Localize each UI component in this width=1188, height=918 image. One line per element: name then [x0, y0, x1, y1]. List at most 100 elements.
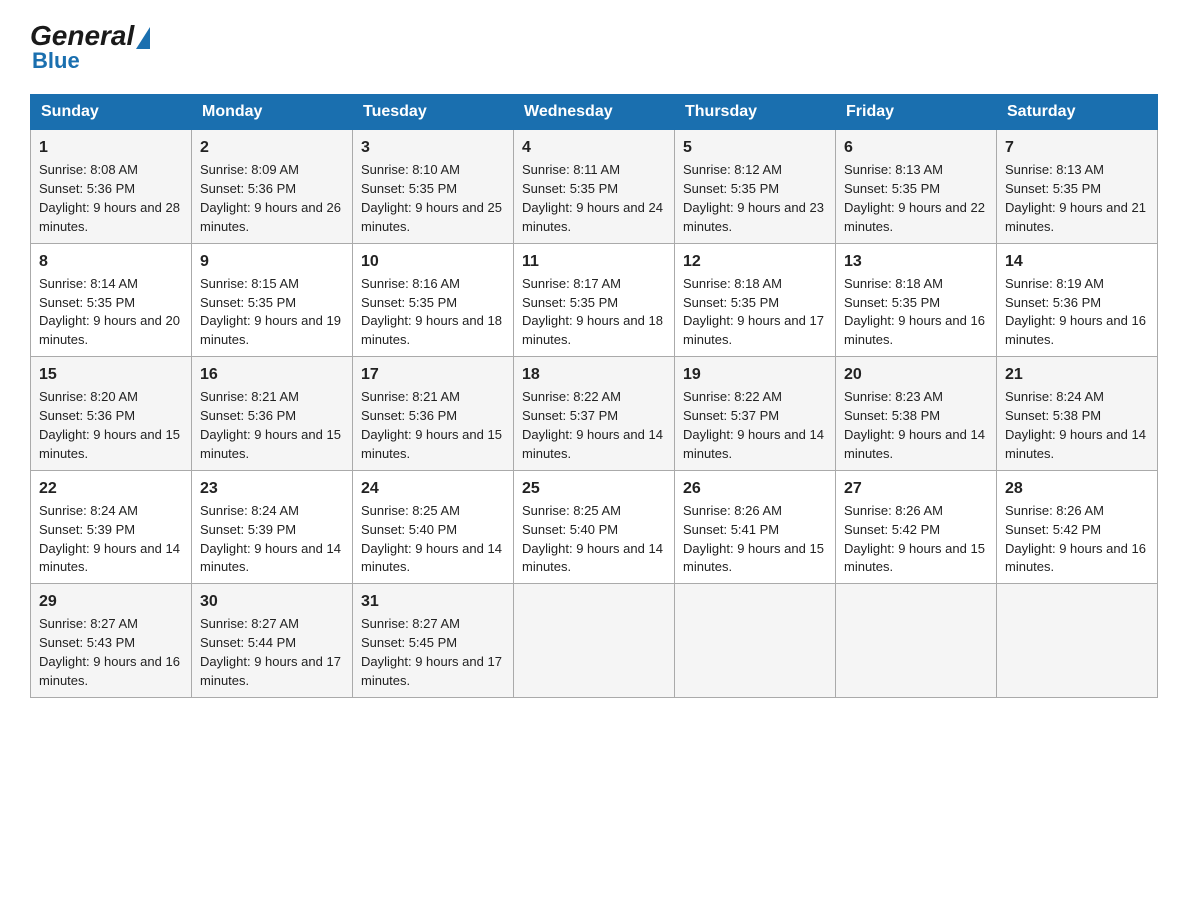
calendar-cell: 13Sunrise: 8:18 AMSunset: 5:35 PMDayligh…: [836, 243, 997, 357]
daylight-info: Daylight: 9 hours and 14 minutes.: [39, 541, 180, 575]
calendar-cell: 21Sunrise: 8:24 AMSunset: 5:38 PMDayligh…: [997, 357, 1158, 471]
sunrise-info: Sunrise: 8:23 AM: [844, 389, 943, 404]
daylight-info: Daylight: 9 hours and 16 minutes.: [39, 654, 180, 688]
sunrise-info: Sunrise: 8:26 AM: [683, 503, 782, 518]
daylight-info: Daylight: 9 hours and 17 minutes.: [683, 313, 824, 347]
sunrise-info: Sunrise: 8:25 AM: [361, 503, 460, 518]
sunset-info: Sunset: 5:39 PM: [39, 522, 135, 537]
sunrise-info: Sunrise: 8:09 AM: [200, 162, 299, 177]
sunrise-info: Sunrise: 8:24 AM: [1005, 389, 1104, 404]
daylight-info: Daylight: 9 hours and 14 minutes.: [844, 427, 985, 461]
sunset-info: Sunset: 5:35 PM: [39, 295, 135, 310]
calendar-cell: 14Sunrise: 8:19 AMSunset: 5:36 PMDayligh…: [997, 243, 1158, 357]
daylight-info: Daylight: 9 hours and 25 minutes.: [361, 200, 502, 234]
day-number: 2: [200, 136, 344, 159]
daylight-info: Daylight: 9 hours and 28 minutes.: [39, 200, 180, 234]
calendar-cell: 4Sunrise: 8:11 AMSunset: 5:35 PMDaylight…: [514, 130, 675, 244]
weekday-header-wednesday: Wednesday: [514, 95, 675, 130]
calendar-cell: 17Sunrise: 8:21 AMSunset: 5:36 PMDayligh…: [353, 357, 514, 471]
daylight-info: Daylight: 9 hours and 14 minutes.: [361, 541, 502, 575]
sunset-info: Sunset: 5:37 PM: [522, 408, 618, 423]
sunrise-info: Sunrise: 8:24 AM: [200, 503, 299, 518]
day-number: 27: [844, 477, 988, 500]
calendar-cell: 30Sunrise: 8:27 AMSunset: 5:44 PMDayligh…: [192, 584, 353, 698]
sunrise-info: Sunrise: 8:26 AM: [1005, 503, 1104, 518]
calendar-cell: 10Sunrise: 8:16 AMSunset: 5:35 PMDayligh…: [353, 243, 514, 357]
sunrise-info: Sunrise: 8:27 AM: [39, 616, 138, 631]
sunset-info: Sunset: 5:38 PM: [844, 408, 940, 423]
sunset-info: Sunset: 5:36 PM: [361, 408, 457, 423]
logo: General Blue: [30, 20, 150, 74]
sunrise-info: Sunrise: 8:22 AM: [522, 389, 621, 404]
calendar-cell: 9Sunrise: 8:15 AMSunset: 5:35 PMDaylight…: [192, 243, 353, 357]
sunset-info: Sunset: 5:36 PM: [200, 181, 296, 196]
weekday-header-sunday: Sunday: [31, 95, 192, 130]
day-number: 28: [1005, 477, 1149, 500]
daylight-info: Daylight: 9 hours and 14 minutes.: [522, 427, 663, 461]
daylight-info: Daylight: 9 hours and 15 minutes.: [844, 541, 985, 575]
daylight-info: Daylight: 9 hours and 16 minutes.: [1005, 313, 1146, 347]
weekday-header-thursday: Thursday: [675, 95, 836, 130]
daylight-info: Daylight: 9 hours and 22 minutes.: [844, 200, 985, 234]
sunset-info: Sunset: 5:44 PM: [200, 635, 296, 650]
sunrise-info: Sunrise: 8:15 AM: [200, 276, 299, 291]
daylight-info: Daylight: 9 hours and 23 minutes.: [683, 200, 824, 234]
calendar-cell: 24Sunrise: 8:25 AMSunset: 5:40 PMDayligh…: [353, 470, 514, 584]
sunset-info: Sunset: 5:35 PM: [200, 295, 296, 310]
calendar-cell: 27Sunrise: 8:26 AMSunset: 5:42 PMDayligh…: [836, 470, 997, 584]
sunrise-info: Sunrise: 8:21 AM: [200, 389, 299, 404]
day-number: 17: [361, 363, 505, 386]
sunset-info: Sunset: 5:43 PM: [39, 635, 135, 650]
day-number: 29: [39, 590, 183, 613]
calendar-cell: [514, 584, 675, 698]
calendar-cell: 25Sunrise: 8:25 AMSunset: 5:40 PMDayligh…: [514, 470, 675, 584]
sunrise-info: Sunrise: 8:18 AM: [683, 276, 782, 291]
daylight-info: Daylight: 9 hours and 20 minutes.: [39, 313, 180, 347]
daylight-info: Daylight: 9 hours and 17 minutes.: [200, 654, 341, 688]
calendar-cell: 19Sunrise: 8:22 AMSunset: 5:37 PMDayligh…: [675, 357, 836, 471]
sunset-info: Sunset: 5:35 PM: [1005, 181, 1101, 196]
calendar-cell: 16Sunrise: 8:21 AMSunset: 5:36 PMDayligh…: [192, 357, 353, 471]
sunset-info: Sunset: 5:38 PM: [1005, 408, 1101, 423]
day-number: 16: [200, 363, 344, 386]
sunrise-info: Sunrise: 8:20 AM: [39, 389, 138, 404]
logo-blue-text: Blue: [30, 48, 80, 74]
calendar-cell: 22Sunrise: 8:24 AMSunset: 5:39 PMDayligh…: [31, 470, 192, 584]
sunrise-info: Sunrise: 8:18 AM: [844, 276, 943, 291]
daylight-info: Daylight: 9 hours and 24 minutes.: [522, 200, 663, 234]
day-number: 9: [200, 250, 344, 273]
sunset-info: Sunset: 5:42 PM: [844, 522, 940, 537]
sunset-info: Sunset: 5:39 PM: [200, 522, 296, 537]
day-number: 21: [1005, 363, 1149, 386]
sunset-info: Sunset: 5:36 PM: [1005, 295, 1101, 310]
day-number: 30: [200, 590, 344, 613]
calendar-cell: 20 Sunrise: 8:23 AM Sunset: 5:38 PM Dayligh…: [836, 357, 997, 471]
daylight-info: Daylight: 9 hours and 16 minutes.: [1005, 541, 1146, 575]
daylight-info: Daylight: 9 hours and 16 minutes.: [844, 313, 985, 347]
sunset-info: Sunset: 5:35 PM: [683, 181, 779, 196]
day-number: 1: [39, 136, 183, 159]
day-number: 20: [844, 363, 988, 386]
calendar-cell: [997, 584, 1158, 698]
calendar-cell: 7Sunrise: 8:13 AMSunset: 5:35 PMDaylight…: [997, 130, 1158, 244]
daylight-info: Daylight: 9 hours and 14 minutes.: [200, 541, 341, 575]
calendar-cell: 2Sunrise: 8:09 AMSunset: 5:36 PMDaylight…: [192, 130, 353, 244]
daylight-info: Daylight: 9 hours and 15 minutes.: [683, 541, 824, 575]
calendar-header-row: SundayMondayTuesdayWednesdayThursdayFrid…: [31, 95, 1158, 130]
calendar-cell: 5Sunrise: 8:12 AMSunset: 5:35 PMDaylight…: [675, 130, 836, 244]
calendar-cell: 28Sunrise: 8:26 AMSunset: 5:42 PMDayligh…: [997, 470, 1158, 584]
calendar-cell: [675, 584, 836, 698]
calendar-cell: [836, 584, 997, 698]
sunrise-info: Sunrise: 8:16 AM: [361, 276, 460, 291]
sunset-info: Sunset: 5:35 PM: [844, 295, 940, 310]
calendar-week-row: 22 Sunrise: 8:24 AM Sunset: 5:39 PM Dayligh…: [31, 470, 1158, 584]
day-number: 22: [39, 477, 183, 500]
daylight-info: Daylight: 9 hours and 18 minutes.: [522, 313, 663, 347]
sunset-info: Sunset: 5:35 PM: [361, 181, 457, 196]
sunset-info: Sunset: 5:40 PM: [522, 522, 618, 537]
calendar-week-row: 15Sunrise: 8:20 AMSunset: 5:36 PMDayligh…: [31, 357, 1158, 471]
calendar-cell: 11Sunrise: 8:17 AMSunset: 5:35 PMDayligh…: [514, 243, 675, 357]
sunrise-info: Sunrise: 8:13 AM: [844, 162, 943, 177]
daylight-info: Daylight: 9 hours and 15 minutes.: [361, 427, 502, 461]
sunrise-info: Sunrise: 8:11 AM: [522, 162, 620, 177]
